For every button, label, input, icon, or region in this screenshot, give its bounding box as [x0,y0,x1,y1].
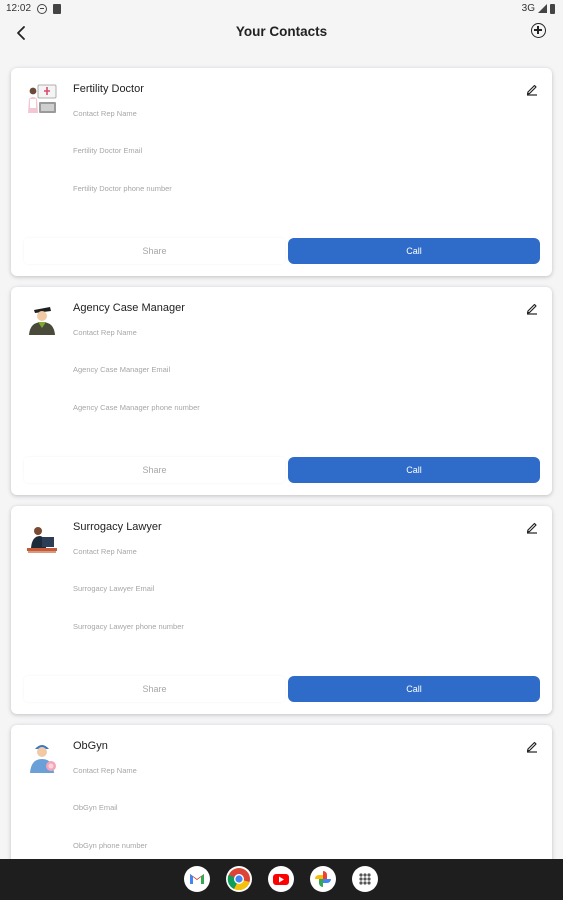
email-field[interactable]: ObGyn Email [73,803,118,812]
edit-pencil-icon[interactable] [525,739,539,753]
phone-field[interactable]: Surrogacy Lawyer phone number [73,622,184,631]
signal-icon [538,4,547,13]
case-manager-avatar-icon [24,301,60,337]
call-button[interactable]: Call [288,676,540,702]
contact-title: Fertility Doctor [73,83,144,95]
call-button[interactable]: Call [288,238,540,264]
network-type: 3G [521,3,535,14]
phone-field[interactable]: ObGyn phone number [73,841,147,850]
gmail-icon[interactable] [184,866,210,892]
status-time: 12:02 [6,3,32,14]
email-field[interactable]: Surrogacy Lawyer Email [73,584,154,593]
contact-card-agency-case-manager: Agency Case Manager Contact Rep Name Age… [11,287,552,495]
phone-field[interactable]: Fertility Doctor phone number [73,184,172,193]
contact-card-surrogacy-lawyer: Surrogacy Lawyer Contact Rep Name Surrog… [11,506,552,714]
share-button[interactable]: Share [24,676,285,702]
rep-name-field[interactable]: Contact Rep Name [73,328,137,337]
app-drawer-icon[interactable] [352,866,378,892]
do-not-disturb-icon [37,3,48,14]
contact-card-fertility-doctor: Fertility Doctor Contact Rep Name Fertil… [11,68,552,276]
photos-icon[interactable] [310,866,336,892]
status-bar: 12:02 3G [0,0,563,18]
rep-name-field[interactable]: Contact Rep Name [73,766,137,775]
rep-name-field[interactable]: Contact Rep Name [73,109,137,118]
email-field[interactable]: Fertility Doctor Email [73,146,142,155]
add-circle-icon[interactable] [531,23,546,38]
edit-pencil-icon[interactable] [525,82,539,96]
page-title: Your Contacts [235,24,328,39]
battery-icon [550,3,555,14]
doctor-avatar-icon [24,82,60,118]
app-header: Your Contacts [0,18,563,54]
call-button[interactable]: Call [288,457,540,483]
contact-title: Surrogacy Lawyer [73,521,162,533]
sd-card-icon [53,3,62,14]
edit-pencil-icon[interactable] [525,301,539,315]
obgyn-avatar-icon [24,739,60,775]
edit-pencil-icon[interactable] [525,520,539,534]
phone-field[interactable]: Agency Case Manager phone number [73,403,200,412]
share-button[interactable]: Share [24,238,285,264]
rep-name-field[interactable]: Contact Rep Name [73,547,137,556]
contact-title: ObGyn [73,740,108,752]
taskbar-dock [0,859,563,900]
contact-title: Agency Case Manager [73,302,185,314]
youtube-icon[interactable] [268,866,294,892]
chrome-icon[interactable] [226,866,252,892]
share-button[interactable]: Share [24,457,285,483]
lawyer-avatar-icon [24,520,60,556]
email-field[interactable]: Agency Case Manager Email [73,365,170,374]
